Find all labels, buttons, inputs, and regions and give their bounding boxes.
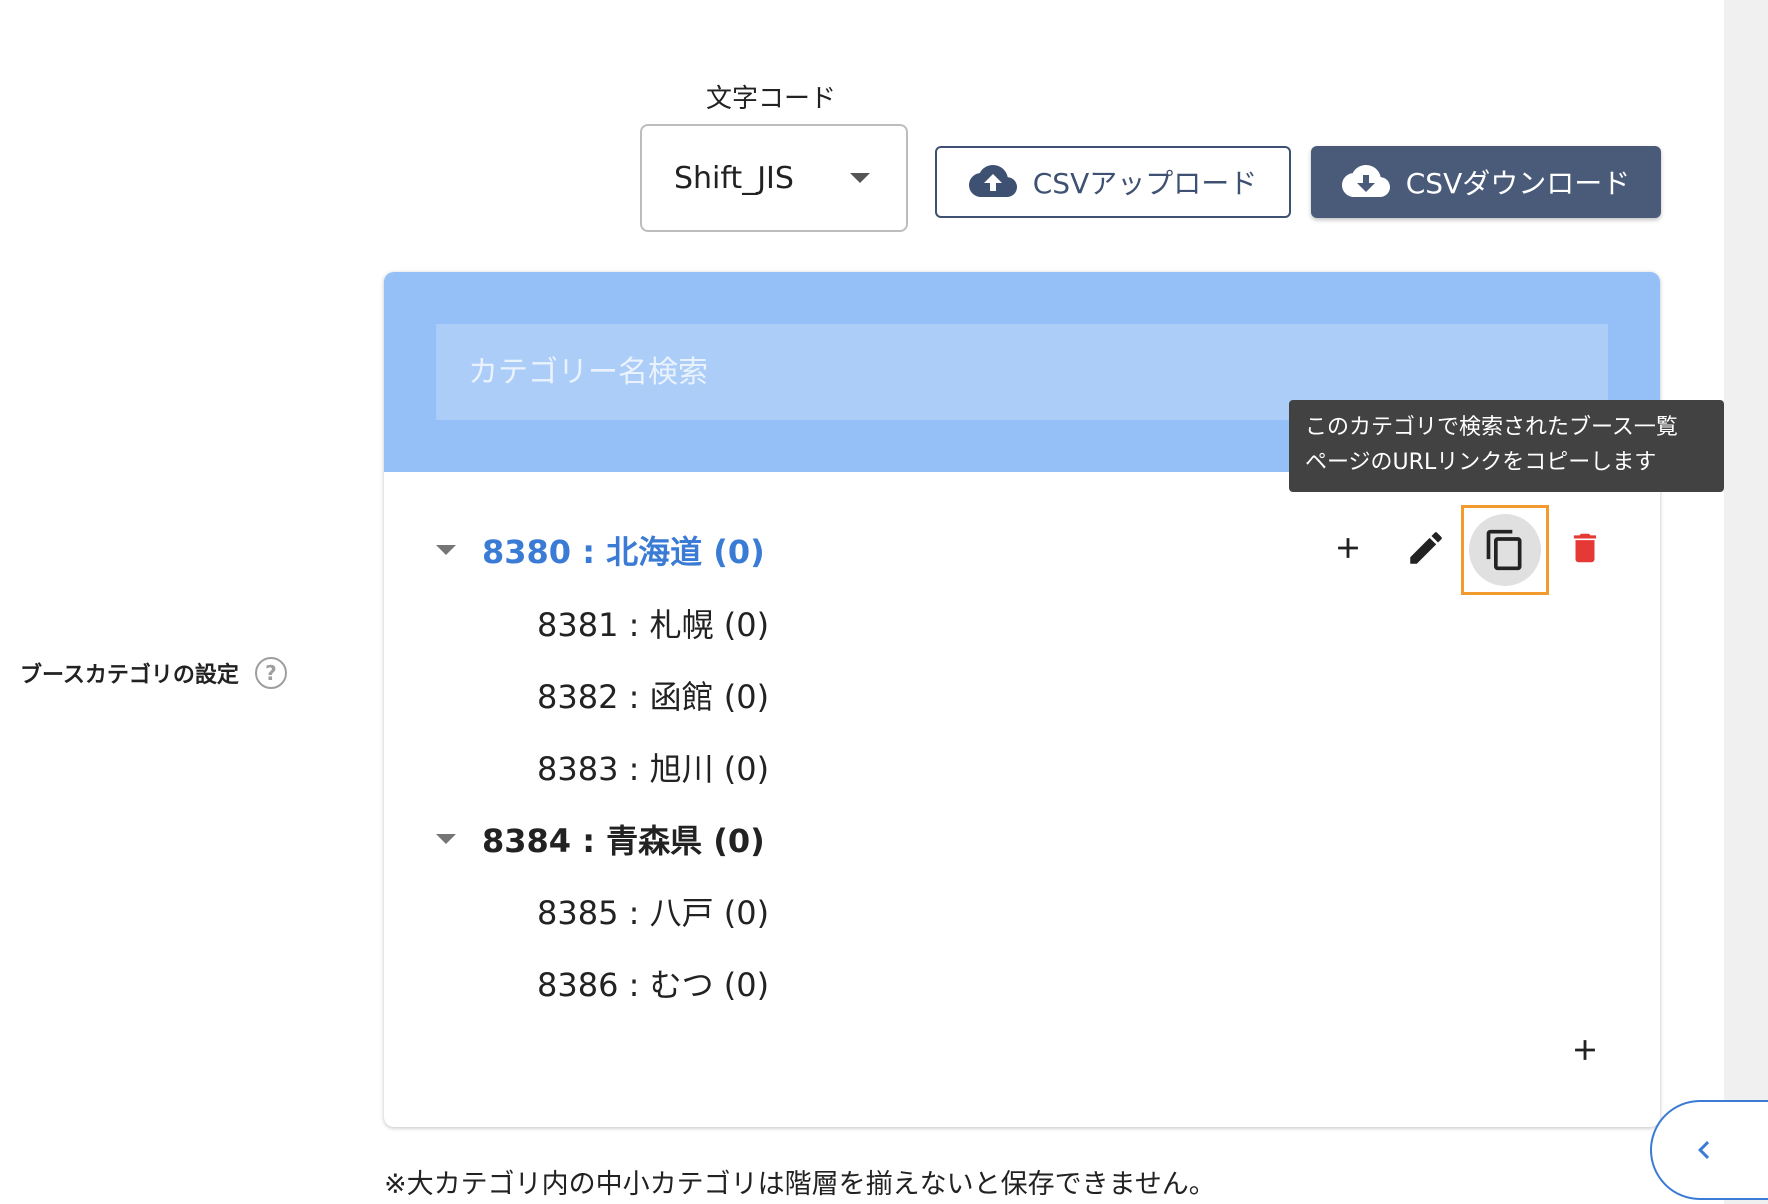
csv-upload-label: CSVアップロード [1032,167,1258,200]
delete-category-button[interactable] [1557,520,1613,576]
expand-caret-icon[interactable] [436,545,456,555]
collapse-panel-button[interactable] [1650,1100,1768,1200]
encoding-value: Shift_JIS [674,160,794,196]
csv-upload-button[interactable]: CSVアップロード [935,146,1291,218]
tree-group-row[interactable]: 8384 : 青森県 (0) [436,816,765,862]
tree-child-row[interactable]: 8386 : むつ (0) [537,960,769,1006]
copy-link-highlight [1461,505,1549,595]
tree-child-row[interactable]: 8385 : 八戸 (0) [537,888,769,934]
copy-link-button[interactable] [1469,514,1541,586]
tree-child-row[interactable]: 8382 : 函館 (0) [537,672,769,718]
tree-child-row[interactable]: 8383 : 旭川 (0) [537,744,769,790]
tree-child-row[interactable]: 8381 : 札幌 (0) [537,600,769,646]
tree-group-label[interactable]: 8380 : 北海道 (0) [482,527,765,573]
tree-group-row[interactable]: 8380 : 北海道 (0) [436,527,765,573]
tree-child-label[interactable]: 8381 : 札幌 (0) [537,600,769,646]
csv-download-button[interactable]: CSVダウンロード [1311,146,1661,218]
pencil-icon [1410,532,1442,564]
section-label: ブースカテゴリの設定 ? [20,657,287,689]
tree-child-label[interactable]: 8385 : 八戸 (0) [537,888,769,934]
csv-download-label: CSVダウンロード [1405,167,1631,200]
edit-category-button[interactable] [1398,520,1454,576]
cloud-upload-icon [968,165,1017,197]
encoding-select[interactable]: Shift_JIS [640,124,908,232]
section-label-text: ブースカテゴリの設定 [20,663,239,688]
plus-icon [1575,1040,1595,1060]
hierarchy-note: ※大カテゴリ内の中小カテゴリは階層を揃えないと保存できません。 [384,1169,1216,1200]
trash-icon [1573,533,1597,563]
tree-group-label[interactable]: 8384 : 青森県 (0) [482,816,765,862]
add-category-button[interactable] [1557,1022,1613,1078]
cloud-download-icon [1341,165,1390,197]
tooltip-line: このカテゴリで検索されたブース一覧 [1305,415,1678,440]
tree-child-label[interactable]: 8386 : むつ (0) [537,960,769,1006]
tree-child-label[interactable]: 8383 : 旭川 (0) [537,744,769,790]
right-gutter [1724,0,1768,1204]
tooltip-line: ページのURLリンクをコピーします [1305,450,1657,475]
plus-icon [1338,538,1358,558]
add-subcategory-button[interactable] [1320,520,1376,576]
encoding-label: 文字コード [706,84,837,114]
chevron-down-icon [850,173,870,183]
copy-icon [1486,529,1522,571]
help-icon[interactable]: ? [254,657,287,689]
expand-caret-icon[interactable] [436,834,456,844]
chevron-left-icon [1698,1141,1710,1159]
copy-link-tooltip: このカテゴリで検索されたブース一覧 ページのURLリンクをコピーします [1289,400,1724,492]
tree-child-label[interactable]: 8382 : 函館 (0) [537,672,769,718]
